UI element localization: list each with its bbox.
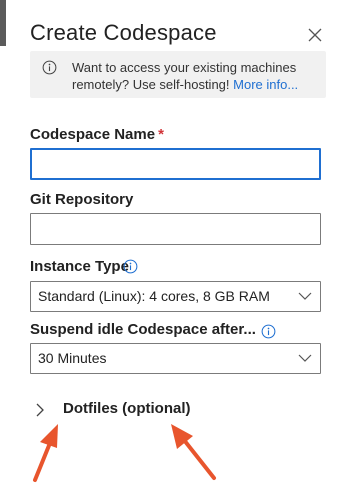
instance-type-select[interactable]: Standard (Linux): 4 cores, 8 GB RAM <box>30 281 321 312</box>
panel-title: Create Codespace <box>30 20 217 45</box>
suspend-idle-value: 30 Minutes <box>38 350 107 366</box>
close-icon[interactable] <box>305 25 325 45</box>
more-info-link[interactable]: More info... <box>233 77 298 92</box>
chevron-down-icon <box>298 354 312 362</box>
codespace-name-input[interactable] <box>30 148 321 180</box>
instance-type-value: Standard (Linux): 4 cores, 8 GB RAM <box>38 288 270 304</box>
codespace-name-label-text: Codespace Name <box>30 126 156 143</box>
self-hosting-info-box: Want to access your existing machines re… <box>30 51 326 98</box>
chevron-right-icon[interactable] <box>34 402 46 418</box>
git-repository-input[interactable] <box>30 213 321 245</box>
codespace-name-label: Codespace Name * <box>30 126 164 143</box>
dotfiles-label[interactable]: Dotfiles (optional) <box>63 400 191 417</box>
chevron-down-icon <box>298 292 312 300</box>
instance-type-label: Instance Type <box>30 258 129 275</box>
suspend-idle-info-icon[interactable] <box>261 324 276 339</box>
create-codespace-panel: Create Codespace Want to access your exi… <box>6 0 345 499</box>
required-marker: * <box>158 126 164 143</box>
suspend-idle-select[interactable]: 30 Minutes <box>30 343 321 374</box>
instance-type-info-icon[interactable] <box>123 259 138 274</box>
git-repository-label: Git Repository <box>30 191 134 208</box>
suspend-idle-label: Suspend idle Codespace after... <box>30 321 256 338</box>
info-icon <box>42 60 57 75</box>
info-message: Want to access your existing machines re… <box>72 59 322 93</box>
instance-type-label-text: Instance Type <box>30 258 129 275</box>
